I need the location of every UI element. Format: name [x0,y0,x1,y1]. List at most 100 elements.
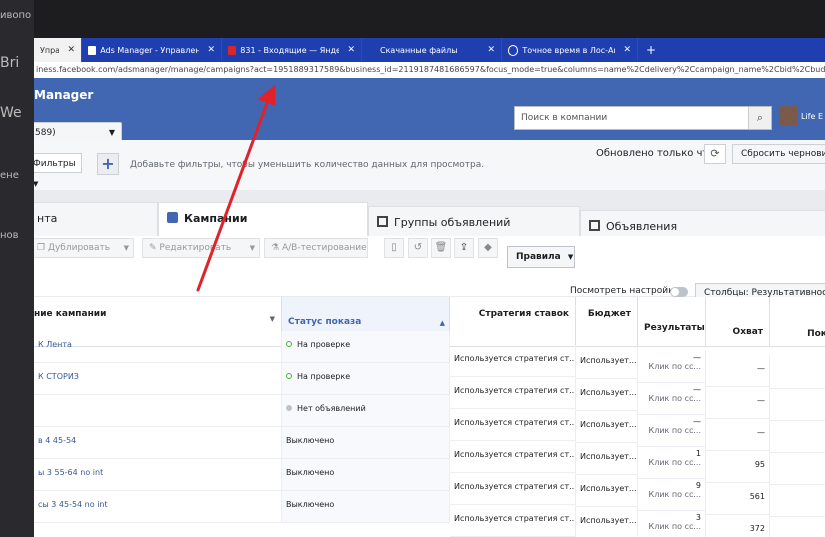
close-icon[interactable]: ✕ [623,45,631,55]
tab-label: Объявления [606,220,678,233]
background-window-strip: ивопо Bri We ене нов [0,0,34,537]
tab-campaigns[interactable]: Кампании [158,202,368,238]
fragment-text: Bri [0,55,20,71]
account-id: 589) [35,128,56,138]
reset-drafts-button[interactable]: Сбросить черновики [732,144,825,164]
table-cell-name[interactable]: К Лента [34,331,282,363]
table-cell-bid: Используется стратегия ст... [450,345,576,377]
account-selector[interactable]: 589) ▼ [34,122,122,142]
table-cell-name[interactable]: ы 3 55-64 no int [34,459,282,491]
trash-icon[interactable]: ▯ [384,238,404,258]
user-name[interactable]: Life E [801,112,823,121]
results-type: Клик по сс... [648,394,701,403]
table-cell-reach: 95 [706,451,770,483]
results-value: — [693,385,701,394]
browser-tab[interactable]: 831 - Входящие — Яндекс.Почта ✕ [222,38,362,62]
header-label: Статус показа [288,317,362,327]
flask-icon: ⚗ [271,243,280,253]
monitor-screen: Управление рекл ✕ Ads Manager - Управлени… [34,0,825,537]
refresh-icon[interactable]: ⟳ [704,144,726,164]
close-icon[interactable]: ✕ [347,45,355,55]
search-placeholder: Поиск в компании [521,113,608,123]
table-cell-impressions: — [770,421,825,453]
results-value: 1 [695,449,701,458]
copy-icon: ❐ [37,243,46,253]
browser-tab[interactable]: Скачанные файлы ✕ [362,38,502,62]
table-cell-bid: Используется стратегия ст... [450,473,576,505]
edit-label: Редактировать [159,243,232,253]
table-cell-reach: — [706,355,770,387]
tab-account[interactable]: нта [34,202,158,238]
rules-label: Правила [516,252,561,262]
table-cell-bid: Используется стратегия ст... [450,441,576,473]
chevron-down-icon: ▼ [567,253,574,261]
column-header-impressions[interactable]: Пока [770,297,825,347]
undo-icon[interactable]: ↺ [408,238,428,258]
delivery-status: На проверке [297,340,351,349]
tab-label: Группы объявлений [394,216,511,229]
delete-icon[interactable]: 🗑 [431,238,451,258]
close-icon[interactable]: ✕ [487,45,495,55]
window-top [34,0,825,40]
export-icon[interactable]: ⇪ [454,238,474,258]
table-cell-reach: — [706,419,770,451]
table-cell-name[interactable]: К СТОРИЗ [34,363,282,395]
tab-label: Управление рекл [40,45,60,55]
status-dot-icon [286,405,292,411]
table-cell-impressions: — [770,357,825,389]
close-icon[interactable]: ✕ [207,45,215,55]
results-type: Клик по сс... [648,522,701,531]
campaign-table: ние кампании ▼ Статус показа ▲ Стратегия… [34,297,825,537]
filter-hint: Добавьте фильтры, чтобы уменьшить количе… [130,160,485,170]
update-status: Обновлено только что [596,148,715,159]
table-cell-budget: Использует... [576,475,638,507]
close-icon[interactable]: ✕ [67,45,75,55]
column-header-results[interactable]: Результаты [638,297,706,347]
duplicate-button[interactable]: ❐ Дублировать ▼ [34,238,134,258]
level-tabs: нта Кампании Группы объявлений Объявлени… [34,190,825,246]
results-type: Клик по сс... [648,490,701,499]
results-type: Клик по сс... [648,362,701,371]
ab-test-button[interactable]: ⚗ A/B-тестирование [264,238,368,258]
new-tab-button[interactable]: + [638,43,664,57]
table-cell-results: — Клик по сс... [638,383,706,415]
table-cell-name[interactable]: сы 3 45-54 no int [34,491,282,523]
ab-test-label: A/B-тестирование [281,243,367,253]
search-icon[interactable]: ⌕ [748,107,771,129]
column-header-bid[interactable]: Стратегия ставок [450,297,576,347]
browser-tab[interactable]: Управление рекл ✕ [34,38,82,62]
results-value: 3 [695,513,701,522]
table-cell-delivery: На проверке [282,331,450,363]
browser-tab[interactable]: Точное время в Лос-Анджеле ✕ [502,38,638,62]
table-cell-impressions: 9 [770,453,825,485]
fragment-text: ивопо [0,10,32,21]
edit-button[interactable]: ✎ Редактировать ▼ [142,238,260,258]
filters-button[interactable]: Фильтры ▼ [34,153,82,188]
results-value: — [693,417,701,426]
action-toolbar: ❐ Дублировать ▼ ✎ Редактировать ▼ ⚗ A/B-… [34,236,825,303]
browser-tab[interactable]: Ads Manager - Управление рек ✕ [82,38,222,62]
tab-label: 831 - Входящие — Яндекс.Почта [240,45,340,55]
column-header-reach[interactable]: Охват [706,297,770,347]
address-bar[interactable]: iness.facebook.com/adsmanager/manage/cam… [34,62,825,78]
column-header-budget[interactable]: Бюджет [576,297,638,347]
table-cell-delivery: На проверке [282,363,450,395]
avatar[interactable] [779,106,797,126]
table-cell-name[interactable]: в 4 45-54 [34,427,282,459]
browser-tab-bar: Управление рекл ✕ Ads Manager - Управлени… [34,38,825,62]
tab-label: Кампании [184,212,248,225]
ads-manager-icon [88,45,97,55]
table-cell-budget: Использует... [576,347,638,379]
table-cell-bid: Используется стратегия ст... [450,409,576,441]
search-input[interactable]: Поиск в компании ⌕ [514,106,772,130]
view-settings-toggle[interactable] [670,287,688,297]
chevron-down-icon: ▼ [269,315,275,323]
results-type: Клик по сс... [648,458,701,467]
tag-icon[interactable]: ◆ [478,238,498,258]
table-cell-budget: Использует... [576,379,638,411]
add-filter-button[interactable]: + [97,153,119,175]
rules-dropdown[interactable]: Правила ▼ [507,246,575,268]
delivery-status: Выключено [286,500,335,509]
table-cell-results: — Клик по сс... [638,351,706,383]
table-cell-name[interactable] [34,395,282,427]
